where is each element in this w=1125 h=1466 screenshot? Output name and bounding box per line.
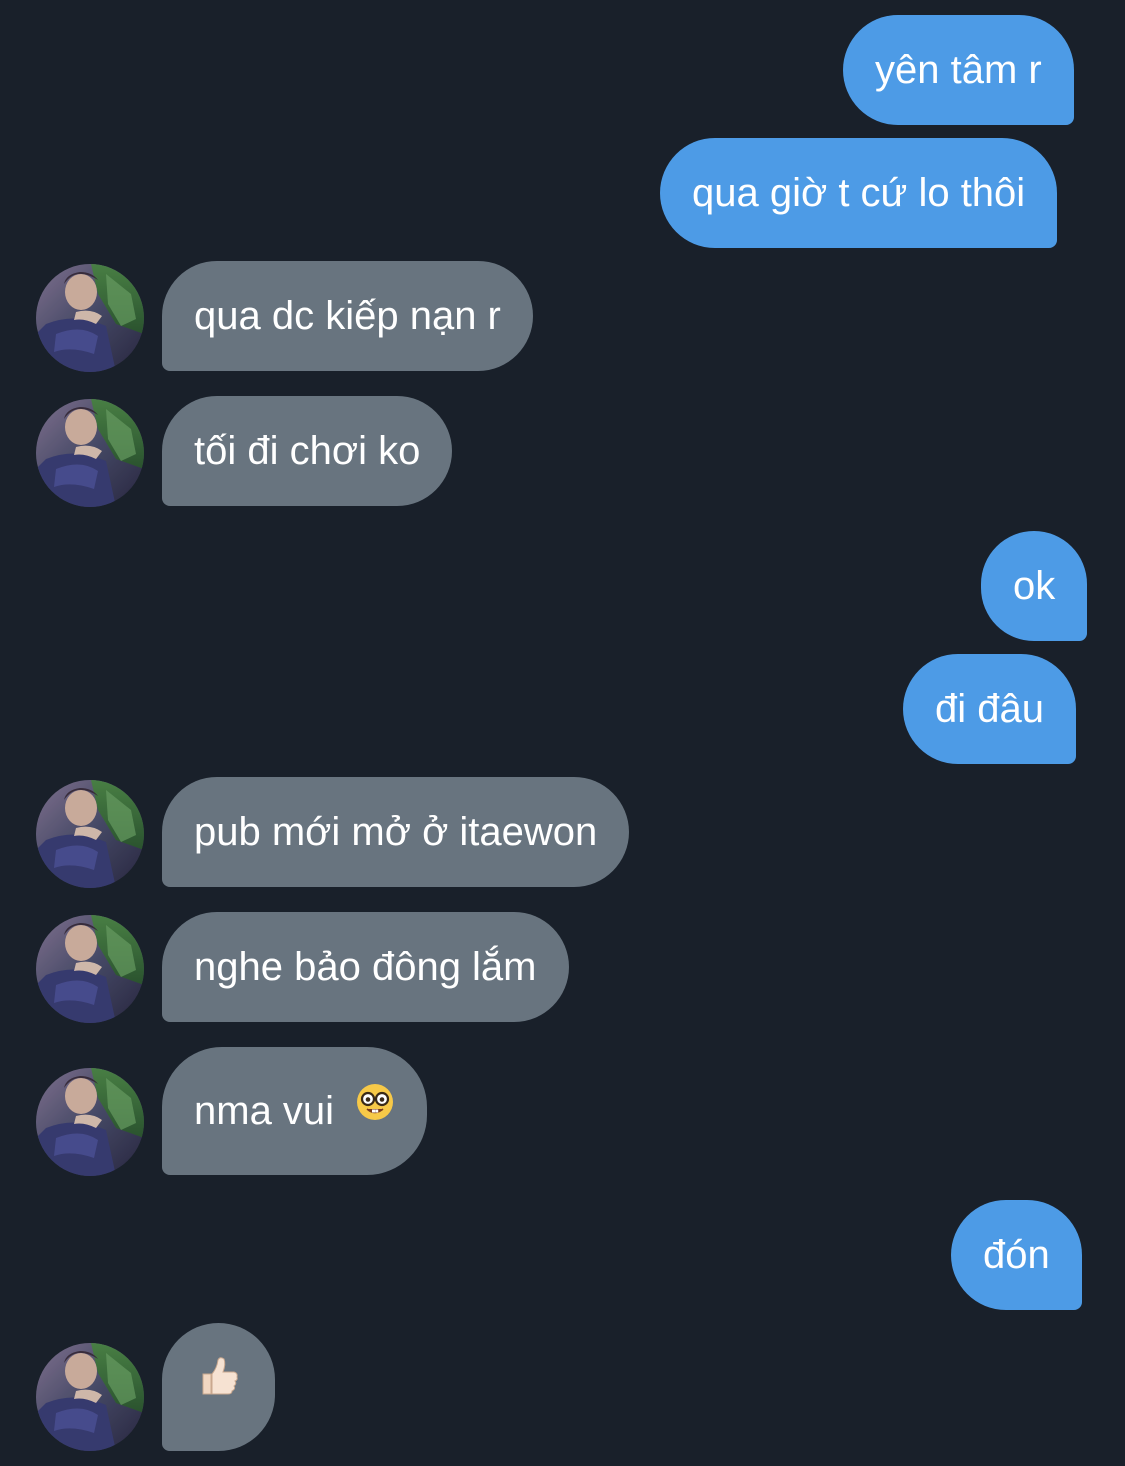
message-text: nghe bảo đông lắm [194,945,537,989]
message-outgoing[interactable]: đi đâu [903,654,1076,764]
message-outgoing[interactable]: ok [981,531,1088,641]
message-incoming[interactable]: nma vui [162,1045,428,1175]
message-text: qua giờ t cứ lo thôi [692,171,1026,215]
message-incoming[interactable]: qua dc kiếp nạn r [162,261,533,371]
message-incoming[interactable]: tối đi chơi ko [162,396,453,506]
contact-avatar[interactable] [36,399,144,507]
contact-avatar[interactable] [36,1068,144,1176]
contact-avatar[interactable] [36,1343,144,1451]
contact-avatar[interactable] [36,264,144,372]
message-outgoing[interactable]: yên tâm r [843,15,1074,125]
contact-avatar[interactable] [36,780,144,888]
chat-thread: yên tâm r qua giờ t cứ lo thôi qua dc ki… [0,0,1125,1466]
message-text: pub mới mở ở itaewon [194,810,598,854]
message-text: đi đâu [935,687,1044,731]
thumbs-up-icon [197,1321,241,1449]
message-outgoing[interactable]: đón [951,1200,1082,1310]
message-outgoing[interactable]: qua giờ t cứ lo thôi [660,138,1058,248]
message-text: nma vui [194,1089,335,1133]
message-text: yên tâm r [875,48,1042,92]
message-incoming[interactable] [162,1323,275,1451]
message-incoming[interactable]: nghe bảo đông lắm [162,912,569,1022]
nerd-face-icon [355,1045,395,1173]
message-text: tối đi chơi ko [194,429,421,473]
message-text: qua dc kiếp nạn r [194,294,501,338]
message-incoming[interactable]: pub mới mở ở itaewon [162,777,630,887]
contact-avatar[interactable] [36,915,144,1023]
message-text: ok [1013,564,1056,608]
message-text: đón [983,1233,1050,1277]
